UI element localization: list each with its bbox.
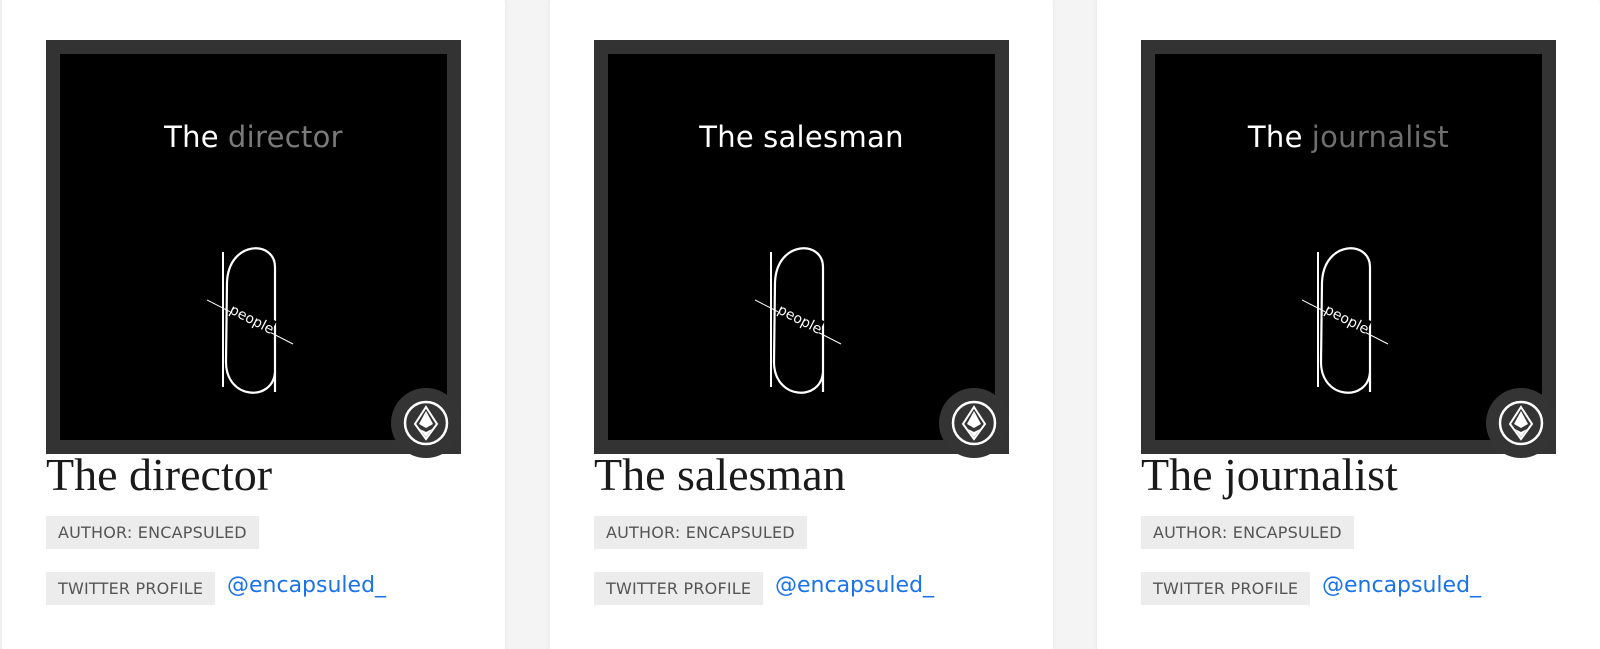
card-title[interactable]: The director <box>46 452 272 498</box>
author-tag: AUTHOR: ENCAPSULED <box>1141 516 1354 549</box>
people-logo: people <box>207 247 294 394</box>
logo-word: people <box>227 302 277 338</box>
ethereum-icon <box>403 400 449 446</box>
artwork-heading-prefix: The <box>1247 120 1303 154</box>
chain-badge <box>939 388 1009 458</box>
artwork-heading: The salesman <box>608 120 995 154</box>
chain-badge <box>391 388 461 458</box>
artwork-heading-prefix: The <box>699 120 755 154</box>
artwork-thumbnail[interactable]: The salesman people <box>594 40 1009 458</box>
logo-word: people <box>1322 302 1372 338</box>
artwork-heading-role: journalist <box>1311 120 1450 154</box>
card-title[interactable]: The salesman <box>594 452 846 498</box>
author-tag: AUTHOR: ENCAPSULED <box>594 516 807 549</box>
nft-card[interactable]: The salesman people The salesman AUTHOR: … <box>550 0 1053 649</box>
artwork-heading-role: salesman <box>763 120 904 154</box>
ethereum-icon <box>951 400 997 446</box>
artwork-heading: The director <box>60 120 447 154</box>
nft-card[interactable]: The journalist people The journalist AUTH… <box>1097 0 1600 649</box>
artwork-thumbnail[interactable]: The journalist people <box>1141 40 1556 458</box>
logo-word: people <box>775 302 825 338</box>
artwork-heading-role: director <box>227 120 343 154</box>
people-logo: people <box>755 247 842 394</box>
twitter-profile-tag: TWITTER PROFILE <box>1141 572 1311 605</box>
twitter-handle-link[interactable]: @encapsuled_ <box>775 573 934 598</box>
people-logo: people <box>1302 247 1389 394</box>
twitter-handle-link[interactable]: @encapsuled_ <box>227 573 386 598</box>
author-tag: AUTHOR: ENCAPSULED <box>46 516 259 549</box>
twitter-profile-tag: TWITTER PROFILE <box>46 572 216 605</box>
ethereum-icon <box>1498 400 1544 446</box>
artwork-heading-prefix: The <box>164 120 219 154</box>
nft-card[interactable]: The director people The director AUTHOR: … <box>2 0 505 649</box>
twitter-profile-tag: TWITTER PROFILE <box>594 572 764 605</box>
twitter-handle-link[interactable]: @encapsuled_ <box>1322 573 1481 598</box>
card-title[interactable]: The journalist <box>1141 452 1398 498</box>
chain-badge <box>1486 388 1556 458</box>
artwork-thumbnail[interactable]: The director people <box>46 40 461 458</box>
artwork-heading: The journalist <box>1155 120 1542 154</box>
